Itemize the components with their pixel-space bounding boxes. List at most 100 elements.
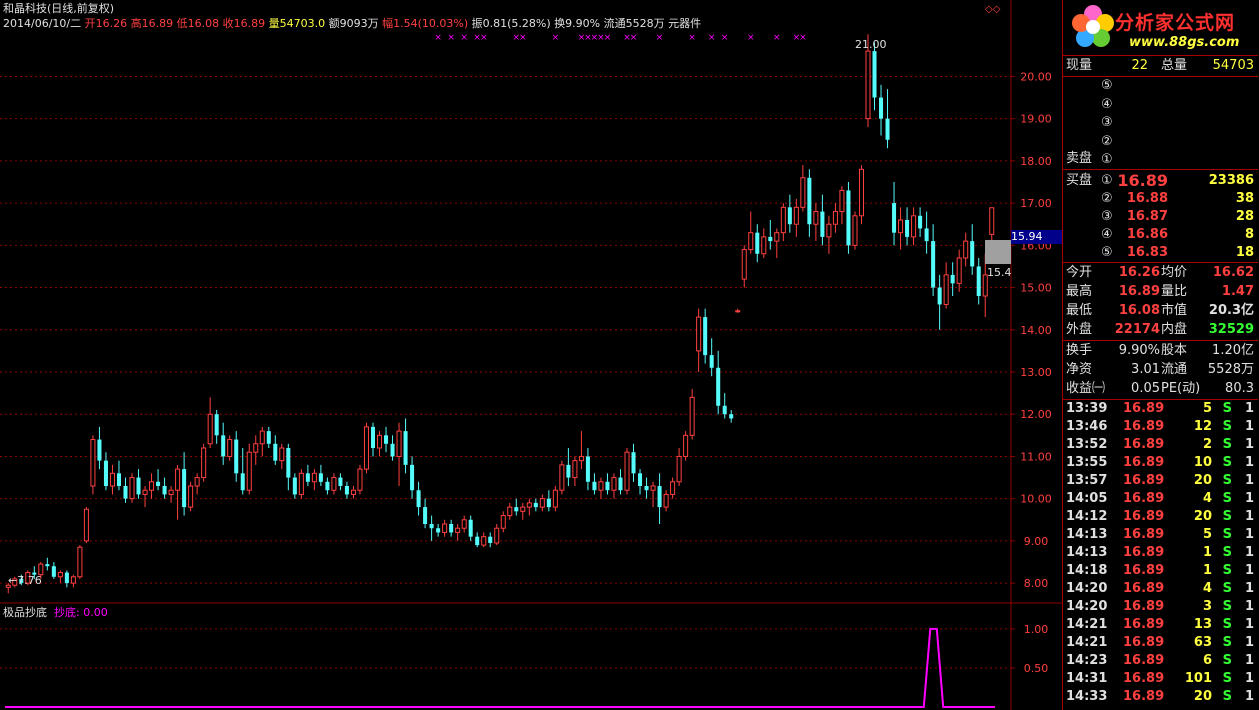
candle-body (970, 241, 975, 267)
candle-body (410, 464, 415, 491)
tick-side: S (1222, 473, 1232, 488)
stat-value: 16.62 (1212, 265, 1254, 280)
tick-price: 16.89 (1123, 689, 1165, 704)
candle-body (116, 473, 121, 486)
candle-body (162, 486, 167, 495)
tick-price: 16.89 (1123, 545, 1165, 560)
candle-body (305, 473, 310, 482)
logo-text: 分析家公式网 (1115, 12, 1236, 34)
candle-body (800, 177, 806, 208)
tick-price: 16.89 (1123, 491, 1165, 506)
tick-time: 14:20 (1066, 599, 1108, 614)
signal-marker: × (721, 33, 729, 43)
buy-price: 16.88 (1126, 191, 1168, 206)
candle-body (416, 490, 421, 508)
logo-banner: 分析家公式网 www.88gs.com (1063, 0, 1259, 55)
tick-price: 16.89 (1123, 581, 1165, 596)
indicator-name[interactable]: 极品抄底 (3, 606, 47, 620)
candle-body (689, 396, 695, 436)
stats-row: 今开 16.26 均价 16.62 (1063, 264, 1258, 282)
fund-label: 收益㈠ (1066, 381, 1106, 396)
header-amp: 振0.81(5.28%) (471, 17, 551, 30)
candle-body (234, 439, 239, 474)
candle-body (807, 177, 812, 225)
tick-side: S (1222, 599, 1232, 614)
signal-marker: × (519, 33, 527, 43)
tick-time: 14:05 (1066, 491, 1108, 506)
candle-body (376, 434, 383, 449)
tick-side: S (1222, 455, 1232, 470)
buy-price: 16.87 (1126, 209, 1168, 224)
candle-body (644, 486, 649, 491)
candle-body (598, 481, 604, 491)
tick-volume: 20 (1193, 509, 1212, 524)
tick-count: 1 (1244, 545, 1254, 560)
divider (1063, 169, 1258, 170)
tick-volume: 10 (1193, 455, 1212, 470)
candle-body (650, 485, 656, 491)
tick-count: 1 (1244, 653, 1254, 668)
window-control-icons[interactable]: ◇◇ (985, 3, 1000, 17)
stat-label: 均价 (1161, 265, 1188, 280)
candle-body (546, 498, 551, 508)
candle-body (624, 451, 630, 491)
total-vol-label: 总量 (1161, 58, 1188, 73)
candle-body (207, 413, 213, 445)
candle-body (787, 207, 792, 225)
candle-body (709, 355, 714, 368)
y-tick-label: 15.00 (1020, 282, 1052, 295)
candle-body (813, 211, 819, 225)
header-open: 16.26 (95, 17, 128, 30)
candle-body (468, 519, 473, 537)
candle-body (90, 439, 96, 487)
candle-body (142, 489, 148, 495)
buy-volume: 38 (1235, 191, 1254, 206)
ohlc-header: 2014/06/10/二 开16.26 高16.89 低16.08 收16.89… (3, 17, 701, 31)
tick-price: 16.89 (1123, 653, 1165, 668)
candle-body (488, 536, 493, 543)
tick-side: S (1222, 617, 1232, 632)
tick-time: 14:18 (1066, 563, 1108, 578)
candle-body (182, 469, 187, 508)
candle-body (976, 266, 981, 296)
right-price-label: 15.4 (987, 266, 1012, 279)
candle-body (442, 523, 448, 533)
buy-volume: 18 (1235, 245, 1254, 260)
candle-body (729, 414, 734, 419)
tick-row: 13:55 16.89 10 S 1 (1063, 454, 1258, 472)
total-vol: 54703 (1212, 58, 1254, 73)
tick-volume: 12 (1193, 419, 1212, 434)
fund-label: PE(动) (1161, 381, 1201, 396)
candle-body (865, 50, 871, 120)
tick-side: S (1222, 635, 1232, 650)
cur-vol-label: 现量 (1066, 58, 1093, 73)
candle-body (638, 473, 643, 486)
tick-volume: 20 (1193, 473, 1212, 488)
signal-marker: × (604, 33, 612, 43)
tick-row: 14:20 16.89 3 S 1 (1063, 598, 1258, 616)
kline-chart[interactable]: 20.0019.0018.0017.0016.0015.0014.0013.00… (0, 0, 1062, 710)
candle-body (514, 507, 519, 512)
y-tick-label: 8.00 (1024, 577, 1049, 590)
sell-level-row: ④ (1063, 96, 1258, 114)
kline-chart-area[interactable]: 20.00 19.00 18.00 17.00 16.00 15.00 14.00 13.00… (0, 0, 1062, 710)
signal-marker: × (434, 33, 442, 43)
stat-label: 市值 (1161, 303, 1188, 318)
signal-marker: × (447, 33, 455, 43)
fund-label: 股本 (1161, 343, 1188, 358)
tick-side: S (1222, 509, 1232, 524)
candle-body (905, 220, 910, 237)
signal-marker: × (480, 33, 488, 43)
buy-volume: 8 (1244, 227, 1254, 242)
candle-body (436, 528, 441, 533)
tick-side: S (1222, 491, 1232, 506)
candle-body (826, 223, 832, 238)
sell-level-row: ⑤ (1063, 77, 1258, 95)
price-box (985, 240, 1011, 264)
fund-row: 收益㈠ 0.05 PE(动) 80.3 (1063, 380, 1258, 398)
candle-body (298, 472, 304, 495)
y-tick-label: 17.00 (1020, 197, 1052, 210)
candle-body (605, 481, 610, 491)
sell-label-row: 卖盘 (1063, 150, 1258, 168)
candle-body (45, 564, 50, 567)
